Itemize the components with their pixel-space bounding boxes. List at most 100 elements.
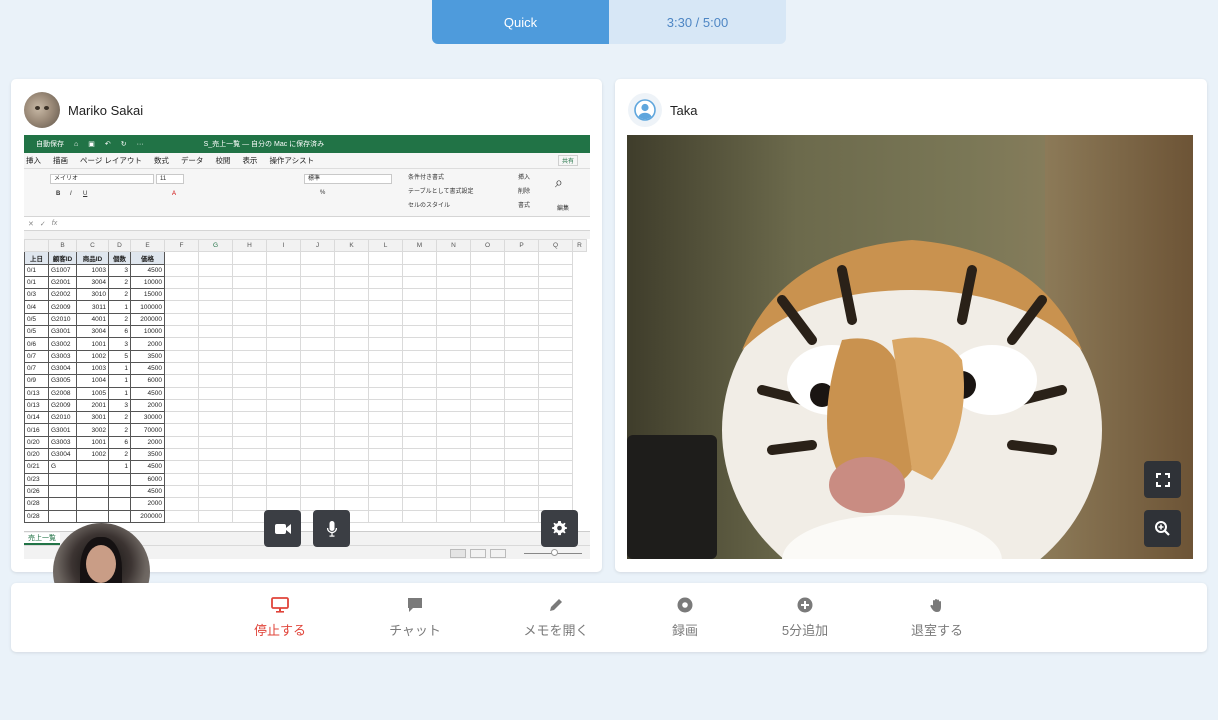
cell (164, 312, 199, 327)
chat-button[interactable]: チャット (365, 595, 465, 639)
add-five-minutes-label: 5分追加 (781, 623, 829, 638)
data-cell: 2 (108, 448, 131, 462)
cell (334, 398, 369, 413)
data-cell: 0/6 (24, 337, 49, 351)
data-cell: 6000 (130, 374, 165, 388)
table-row: 0/7 G3003 1002 5 3500 (24, 349, 587, 363)
data-cell: 1 (108, 361, 131, 376)
cell (402, 288, 437, 302)
data-cell: 0/16 (24, 423, 49, 437)
cell (402, 509, 437, 523)
column-header: Q (538, 238, 573, 253)
data-cell: 6000 (130, 472, 165, 486)
cell (436, 460, 471, 474)
data-cell (76, 497, 109, 511)
cell (402, 312, 437, 327)
open-memo-button[interactable]: メモを開く (506, 595, 606, 639)
record-button[interactable]: 録画 (635, 595, 735, 639)
cell (300, 361, 335, 376)
fullscreen-button[interactable] (1144, 461, 1181, 498)
cell (232, 300, 267, 314)
cell (300, 472, 335, 486)
cell (198, 275, 233, 290)
add-five-minutes-button[interactable]: 5分追加 (755, 595, 855, 639)
data-cell: 1 (108, 300, 131, 314)
table-row: 0/6 G3002 1001 3 2000 (24, 337, 587, 351)
cell (504, 411, 539, 425)
cell (198, 398, 233, 413)
data-cell: 2 (108, 423, 131, 437)
leave-room-button[interactable]: 退室する (887, 595, 987, 639)
cell (470, 398, 505, 413)
cell (232, 460, 267, 474)
cell (198, 386, 233, 400)
data-cell (108, 497, 131, 511)
data-cell: 3 (108, 263, 131, 277)
data-cell: 3004 (76, 275, 109, 290)
cell (164, 484, 199, 499)
cell (232, 361, 267, 376)
cell (436, 484, 471, 499)
cell-style: セルのスタイル (408, 203, 451, 209)
cell (164, 460, 199, 474)
column-header: R (572, 238, 587, 253)
cell (402, 448, 437, 462)
settings-button[interactable] (541, 510, 578, 547)
cell (436, 423, 471, 437)
menu-item: データ (180, 156, 204, 165)
data-cell: 4500 (130, 484, 165, 499)
table-format: テーブルとして書式設定 (408, 189, 474, 195)
cell (164, 448, 199, 462)
cell (538, 325, 573, 339)
data-cell: 4500 (130, 361, 165, 376)
cell (368, 472, 403, 486)
cell (334, 497, 369, 511)
cell (334, 460, 369, 474)
cell (504, 472, 539, 486)
data-cell: 0/28 (24, 509, 49, 523)
data-cell: 0/20 (24, 435, 49, 450)
cell (504, 435, 539, 450)
cell (164, 386, 199, 400)
cell (470, 497, 505, 511)
stop-share-button[interactable]: 停止する (230, 595, 330, 639)
cell (470, 472, 505, 486)
cell (402, 423, 437, 437)
microphone-toggle-button[interactable] (313, 510, 350, 547)
cell (470, 448, 505, 462)
cell (232, 398, 267, 413)
cell (368, 497, 403, 511)
zoom-in-button[interactable] (1144, 510, 1181, 547)
column-header: J (300, 238, 335, 253)
data-cell: 5 (108, 349, 131, 363)
data-cell: G3001 (48, 325, 77, 339)
data-cell: G2001 (48, 275, 77, 290)
column-header: E (130, 238, 165, 253)
cell (334, 472, 369, 486)
cell (300, 448, 335, 462)
cell (232, 509, 267, 523)
camera-toggle-button[interactable] (264, 510, 301, 547)
data-cell: 2000 (130, 497, 165, 511)
cell (402, 386, 437, 400)
data-cell: G2002 (48, 288, 77, 302)
cell (538, 288, 573, 302)
cell (368, 325, 403, 339)
cell (266, 263, 301, 277)
number-format-box: 標準 (304, 174, 392, 184)
cell (300, 386, 335, 400)
search-icon: ⌕ (555, 174, 563, 190)
cell (266, 386, 301, 400)
data-cell: 0/21 (24, 460, 49, 474)
cell (368, 423, 403, 437)
cell (402, 349, 437, 363)
cell (504, 484, 539, 499)
cell (538, 411, 573, 425)
cell (232, 411, 267, 425)
data-cell: 3500 (130, 448, 165, 462)
record-icon (677, 597, 693, 613)
cell (198, 288, 233, 302)
cell (164, 288, 199, 302)
cell (164, 497, 199, 511)
cell (538, 435, 573, 450)
